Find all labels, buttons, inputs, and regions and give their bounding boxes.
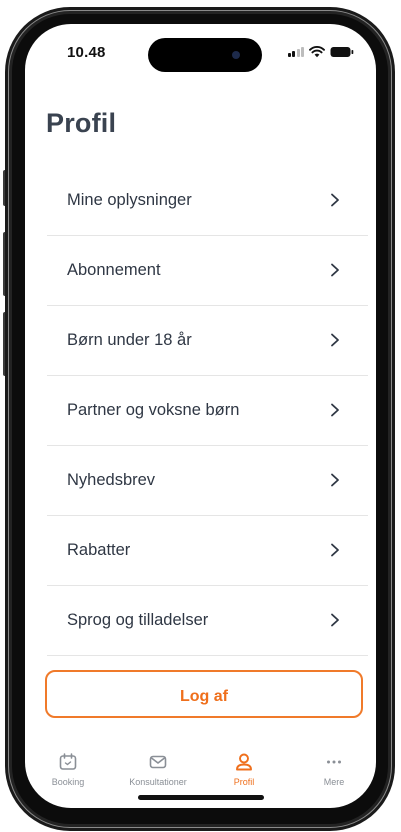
logout-button[interactable]: Log af [45,670,363,718]
menu-item-label: Partner og voksne børn [67,401,240,419]
envelope-icon [149,755,167,769]
wifi-icon [309,46,325,58]
menu-item-partner-og-voksne-boern[interactable]: Partner og voksne børn [47,376,368,446]
status-time: 10.48 [67,44,106,61]
battery-icon [330,47,354,57]
tab-konsultationer[interactable]: Konsultationer [113,752,203,787]
menu-item-sprog-og-tilladelser[interactable]: Sprog og tilladelser [47,586,368,656]
chevron-right-icon [331,263,339,277]
chevron-right-icon [331,193,339,207]
more-dots-icon [327,760,341,764]
page-title: Profil [46,108,117,138]
menu-item-label: Mine oplysninger [67,191,192,209]
menu-item-label: Sprog og tilladelser [67,611,209,629]
profile-menu: Mine oplysninger Abonnement Børn under 1… [47,166,368,656]
user-icon [236,753,252,771]
chevron-right-icon [331,473,339,487]
tab-booking[interactable]: Booking [25,752,113,787]
menu-item-rabatter[interactable]: Rabatter [47,516,368,586]
chevron-right-icon [331,333,339,347]
tab-label: Konsultationer [129,777,187,787]
tab-label: Booking [51,777,85,787]
calendar-icon [59,753,77,770]
tab-profil[interactable]: Profil [199,752,289,787]
signal-icon [287,47,304,57]
tab-label: Mere [323,777,345,787]
status-icons [287,46,355,58]
menu-item-boern-under-18[interactable]: Børn under 18 år [47,306,368,376]
phone-screen: 10.48 Profil Mine oplysninger Abonnement… [25,24,376,808]
menu-item-abonnement[interactable]: Abonnement [47,236,368,306]
home-indicator[interactable] [138,795,264,800]
chevron-right-icon [331,543,339,557]
menu-item-label: Abonnement [67,261,161,279]
chevron-right-icon [331,613,339,627]
tab-mere[interactable]: Mere [289,752,376,787]
tab-label: Profil [233,777,255,787]
chevron-right-icon [331,403,339,417]
dynamic-island [148,38,262,72]
menu-item-label: Børn under 18 år [67,331,192,349]
menu-item-label: Nyhedsbrev [67,471,156,489]
status-bar: 10.48 [25,24,376,84]
menu-item-label: Rabatter [67,541,131,559]
menu-item-nyhedsbrev[interactable]: Nyhedsbrev [47,446,368,516]
menu-item-mine-oplysninger[interactable]: Mine oplysninger [47,166,368,236]
camera-icon [232,51,240,59]
